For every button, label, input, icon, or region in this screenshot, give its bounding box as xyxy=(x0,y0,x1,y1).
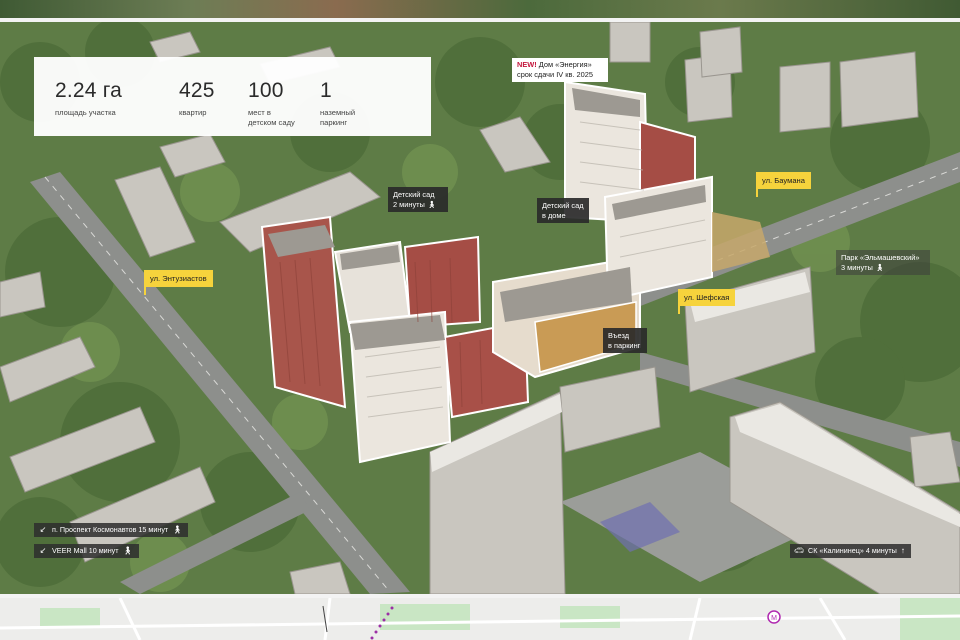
callout-title: Детский сад xyxy=(393,190,435,199)
stat-label: наземный паркинг xyxy=(320,108,356,127)
stat-parking: 1 наземный паркинг xyxy=(320,80,417,136)
street-name: ул. Шефская xyxy=(684,293,730,302)
stat-area: 2.24 га площадь участка xyxy=(55,80,152,136)
callout-detail: в доме xyxy=(542,210,566,220)
callout-detail: 2 минуты xyxy=(393,199,425,209)
map-illustration: M xyxy=(0,598,960,640)
kindergarten-distance-callout[interactable]: Детский сад 2 минуты 🚶︎ xyxy=(388,187,448,212)
travel-text: VEER Mall 10 минут xyxy=(52,546,119,555)
street-label-entuziastov: ул. Энтузиастов xyxy=(144,270,213,295)
parking-entry-callout[interactable]: Въезд в паркинг xyxy=(603,328,647,353)
walk-icon: 🚶︎ xyxy=(172,525,183,534)
park-callout[interactable]: Парк «Эльмашевский» 3 минуты 🚶︎ xyxy=(836,250,930,275)
street-label-baumana: ул. Баумана xyxy=(756,172,811,197)
walk-icon: 🚶︎ xyxy=(426,199,437,209)
new-building-callout[interactable]: NEW! Дом «Энергия» срок сдачи IV кв. 202… xyxy=(512,58,608,82)
travel-text: СК «Калининец» 4 минуты xyxy=(808,546,897,555)
arrow-diagonal-icon: ↙ xyxy=(39,546,47,555)
project-stats-panel: 2.24 га площадь участка 425 квартир 100 … xyxy=(34,57,431,136)
travel-text: п. Проспект Космонавтов 15 минут xyxy=(52,525,169,534)
svg-text:M: M xyxy=(771,615,777,622)
stat-label: квартир xyxy=(179,108,207,117)
arrow-diagonal-icon: ↙ xyxy=(39,525,47,534)
stat-value: 1 xyxy=(320,79,332,102)
street-label-shefskaya: ул. Шефская xyxy=(678,289,736,314)
new-building-title-row: NEW! Дом «Энергия» xyxy=(517,60,603,70)
new-tag: NEW! xyxy=(517,60,537,69)
travel-badge-kalininets[interactable]: 🚗︎ СК «Калининец» 4 минуты ↑ xyxy=(790,544,911,558)
location-map[interactable]: M xyxy=(0,598,960,640)
callout-detail: в паркинг xyxy=(608,340,641,350)
stat-value: 2.24 га xyxy=(55,79,122,102)
travel-badge-kosmonavtov[interactable]: ↙ п. Проспект Космонавтов 15 минут 🚶︎ xyxy=(34,523,189,537)
callout-title: Детский сад xyxy=(542,201,584,210)
new-building-title: Дом «Энергия» xyxy=(538,60,592,69)
callout-title: Въезд xyxy=(608,331,630,340)
top-photo-strip xyxy=(0,0,960,20)
kindergarten-in-house-callout[interactable]: Детский сад в доме xyxy=(537,198,589,223)
callout-detail: 3 минуты xyxy=(841,262,873,272)
street-name: ул. Энтузиастов xyxy=(150,274,207,283)
new-building-deadline: срок сдачи IV кв. 2025 xyxy=(517,70,593,79)
stat-label: площадь участка xyxy=(55,108,116,117)
street-name: ул. Баумана xyxy=(762,176,805,185)
project-viewer: M 2.24 га площадь участка 425 квартир 10… xyxy=(0,0,960,640)
car-icon: 🚗︎ xyxy=(794,546,805,555)
callout-title: Парк «Эльмашевский» xyxy=(841,253,920,262)
metro-marker-icon: M xyxy=(767,610,781,624)
travel-badge-veer-mall[interactable]: ↙ VEER Mall 10 минут 🚶︎ xyxy=(34,544,139,558)
arrow-up-icon: ↑ xyxy=(900,546,905,555)
walk-icon: 🚶︎ xyxy=(122,546,133,555)
stat-label: мест в детском саду xyxy=(248,108,295,127)
walk-icon: 🚶︎ xyxy=(874,262,885,272)
